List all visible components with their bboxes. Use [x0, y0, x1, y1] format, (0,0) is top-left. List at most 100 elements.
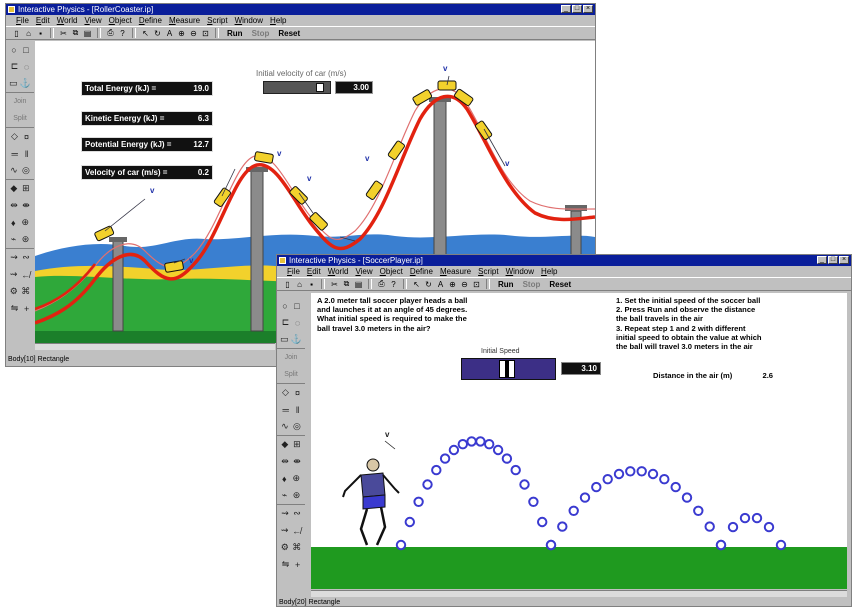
spring-damper-icon[interactable]: ∾ — [22, 252, 30, 263]
window2-titlebar[interactable]: Interactive Physics - [SoccerPlayer.ip] … — [277, 255, 851, 266]
total-energy-meter[interactable]: Total Energy (kJ) = 19.0 — [81, 81, 213, 96]
split-tool[interactable]: Split — [277, 366, 305, 384]
motor-icon[interactable]: ⊕ — [292, 473, 300, 484]
open-folder-icon[interactable]: ⌂ — [24, 29, 33, 38]
help-icon[interactable]: ? — [118, 29, 127, 38]
menu-file[interactable]: File — [16, 15, 29, 26]
menu-object[interactable]: Object — [109, 15, 132, 26]
polygon-tool-icon[interactable]: ◌ — [24, 62, 29, 72]
zoom-in-icon[interactable]: ⊕ — [177, 29, 186, 38]
zoom-fit-icon[interactable]: ⊡ — [472, 280, 481, 289]
cut-icon[interactable]: ✂ — [59, 29, 68, 38]
text-control-icon[interactable]: + — [295, 560, 300, 570]
curved-slot-icon[interactable]: ⇼ — [293, 456, 301, 467]
menu-measure[interactable]: Measure — [440, 266, 471, 277]
rod-icon[interactable]: ‖ — [296, 405, 300, 415]
window1-titlebar[interactable]: Interactive Physics - [RollerCoaster.ip]… — [6, 4, 595, 15]
rotational-spring-icon[interactable]: ⇝ — [10, 269, 18, 280]
square-tool-icon[interactable]: □ — [23, 45, 28, 55]
pin-joint-icon[interactable]: ◇ — [11, 131, 18, 142]
square-point-icon[interactable]: ⊞ — [22, 183, 30, 194]
rod-icon[interactable]: ‖ — [25, 149, 29, 159]
polygon-tool-icon[interactable]: ◌ — [295, 318, 300, 328]
menu-view[interactable]: View — [355, 266, 372, 277]
spring-tool-icon[interactable]: ⊏ — [282, 317, 290, 328]
text-control-icon[interactable]: + — [24, 304, 29, 314]
square-point-icon[interactable]: ⊞ — [293, 439, 301, 450]
pulley-icon[interactable]: ∿ — [281, 421, 289, 432]
menu-define[interactable]: Define — [139, 15, 162, 26]
menu-world[interactable]: World — [328, 266, 349, 277]
menu-file[interactable]: File — [287, 266, 300, 277]
rotate-tool-icon[interactable]: ↻ — [153, 29, 162, 38]
new-file-icon[interactable]: ▯ — [283, 280, 292, 289]
potential-energy-meter[interactable]: Potential Energy (kJ) = 12.7 — [81, 137, 213, 152]
copy-icon[interactable]: ⧉ — [342, 279, 351, 289]
velocity-slider-thumb[interactable] — [316, 83, 324, 92]
actuator-icon[interactable]: ⌁ — [282, 490, 287, 501]
kinetic-energy-meter[interactable]: Kinetic Energy (kJ) = 6.3 — [81, 111, 213, 126]
join-tool[interactable]: Join — [6, 93, 34, 110]
menu-window[interactable]: Window — [506, 266, 534, 277]
circle-tool-icon[interactable]: ○ — [11, 45, 16, 55]
zoom-in-icon[interactable]: ⊕ — [448, 280, 457, 289]
arrow-tool-icon[interactable]: ↖ — [412, 280, 421, 289]
motor-icon[interactable]: ⊕ — [21, 217, 29, 228]
text-tool-icon[interactable]: A — [165, 29, 174, 38]
separator-icon[interactable]: ♦ — [282, 474, 287, 484]
window1-hscrollbar[interactable] — [35, 343, 275, 350]
menu-define[interactable]: Define — [410, 266, 433, 277]
menu-world[interactable]: World — [57, 15, 78, 26]
button-control-icon[interactable]: ⌘ — [21, 286, 30, 297]
menu-help[interactable]: Help — [270, 15, 286, 26]
damper-icon[interactable]: ⇝ — [281, 508, 289, 519]
pulley-icon[interactable]: ∿ — [10, 165, 18, 176]
paste-icon[interactable]: ▤ — [83, 29, 92, 38]
open-folder-icon[interactable]: ⌂ — [295, 280, 304, 289]
zoom-out-icon[interactable]: ⊖ — [460, 280, 469, 289]
damper-icon[interactable]: ⇝ — [10, 252, 18, 263]
zoom-out-icon[interactable]: ⊖ — [189, 29, 198, 38]
menu-script[interactable]: Script — [478, 266, 498, 277]
menu-edit[interactable]: Edit — [307, 266, 321, 277]
anchor-tool-icon[interactable]: ⚓ — [291, 334, 302, 345]
torque-icon[interactable]: ↚ — [21, 270, 30, 280]
slot-joint-icon[interactable]: ¤ — [295, 388, 300, 398]
reset-button[interactable]: Reset — [275, 29, 303, 38]
menu-edit[interactable]: Edit — [36, 15, 50, 26]
rotational-spring-icon[interactable]: ⇝ — [281, 525, 289, 536]
pin-joint-icon[interactable]: ◇ — [282, 387, 289, 398]
reset-button[interactable]: Reset — [546, 280, 574, 289]
minimize-button[interactable]: _ — [817, 256, 827, 264]
help-icon[interactable]: ? — [389, 280, 398, 289]
stop-button[interactable]: Stop — [249, 29, 273, 38]
maximize-button[interactable]: □ — [828, 256, 838, 264]
print-icon[interactable]: ⎙ — [377, 279, 386, 289]
keyed-slot-icon[interactable]: ⇹ — [10, 200, 18, 211]
menu-measure[interactable]: Measure — [169, 15, 200, 26]
menu-object[interactable]: Object — [380, 266, 403, 277]
anchor-tool-icon[interactable]: ⚓ — [20, 78, 31, 89]
rectangle-tool-icon[interactable]: ▭ — [280, 334, 289, 345]
gear-icon[interactable]: ◎ — [22, 165, 30, 176]
cut-icon[interactable]: ✂ — [330, 280, 339, 289]
slider-control-icon[interactable]: ⇋ — [11, 303, 19, 314]
save-icon[interactable]: ▪ — [36, 29, 45, 38]
close-button[interactable]: × — [583, 5, 593, 13]
run-button[interactable]: Run — [224, 29, 246, 38]
button-control-icon[interactable]: ⌘ — [292, 542, 301, 553]
join-tool[interactable]: Join — [277, 349, 305, 366]
run-button[interactable]: Run — [495, 280, 517, 289]
meter-icon[interactable]: ⚙ — [281, 542, 289, 553]
actuator-icon[interactable]: ⌁ — [11, 234, 16, 245]
maximize-button[interactable]: □ — [572, 5, 582, 13]
keyed-slot-icon[interactable]: ⇹ — [281, 456, 289, 467]
soccer-canvas[interactable]: A 2.0 meter tall soccer player heads a b… — [311, 293, 847, 589]
print-icon[interactable]: ⎙ — [106, 28, 115, 38]
velocity-slider[interactable] — [263, 81, 331, 94]
force-icon[interactable]: ⊛ — [22, 234, 30, 245]
arrow-tool-icon[interactable]: ↖ — [141, 29, 150, 38]
spring-tool-icon[interactable]: ⊏ — [11, 61, 19, 72]
velocity-value-box[interactable]: 3.00 — [335, 81, 373, 94]
zoom-fit-icon[interactable]: ⊡ — [201, 29, 210, 38]
